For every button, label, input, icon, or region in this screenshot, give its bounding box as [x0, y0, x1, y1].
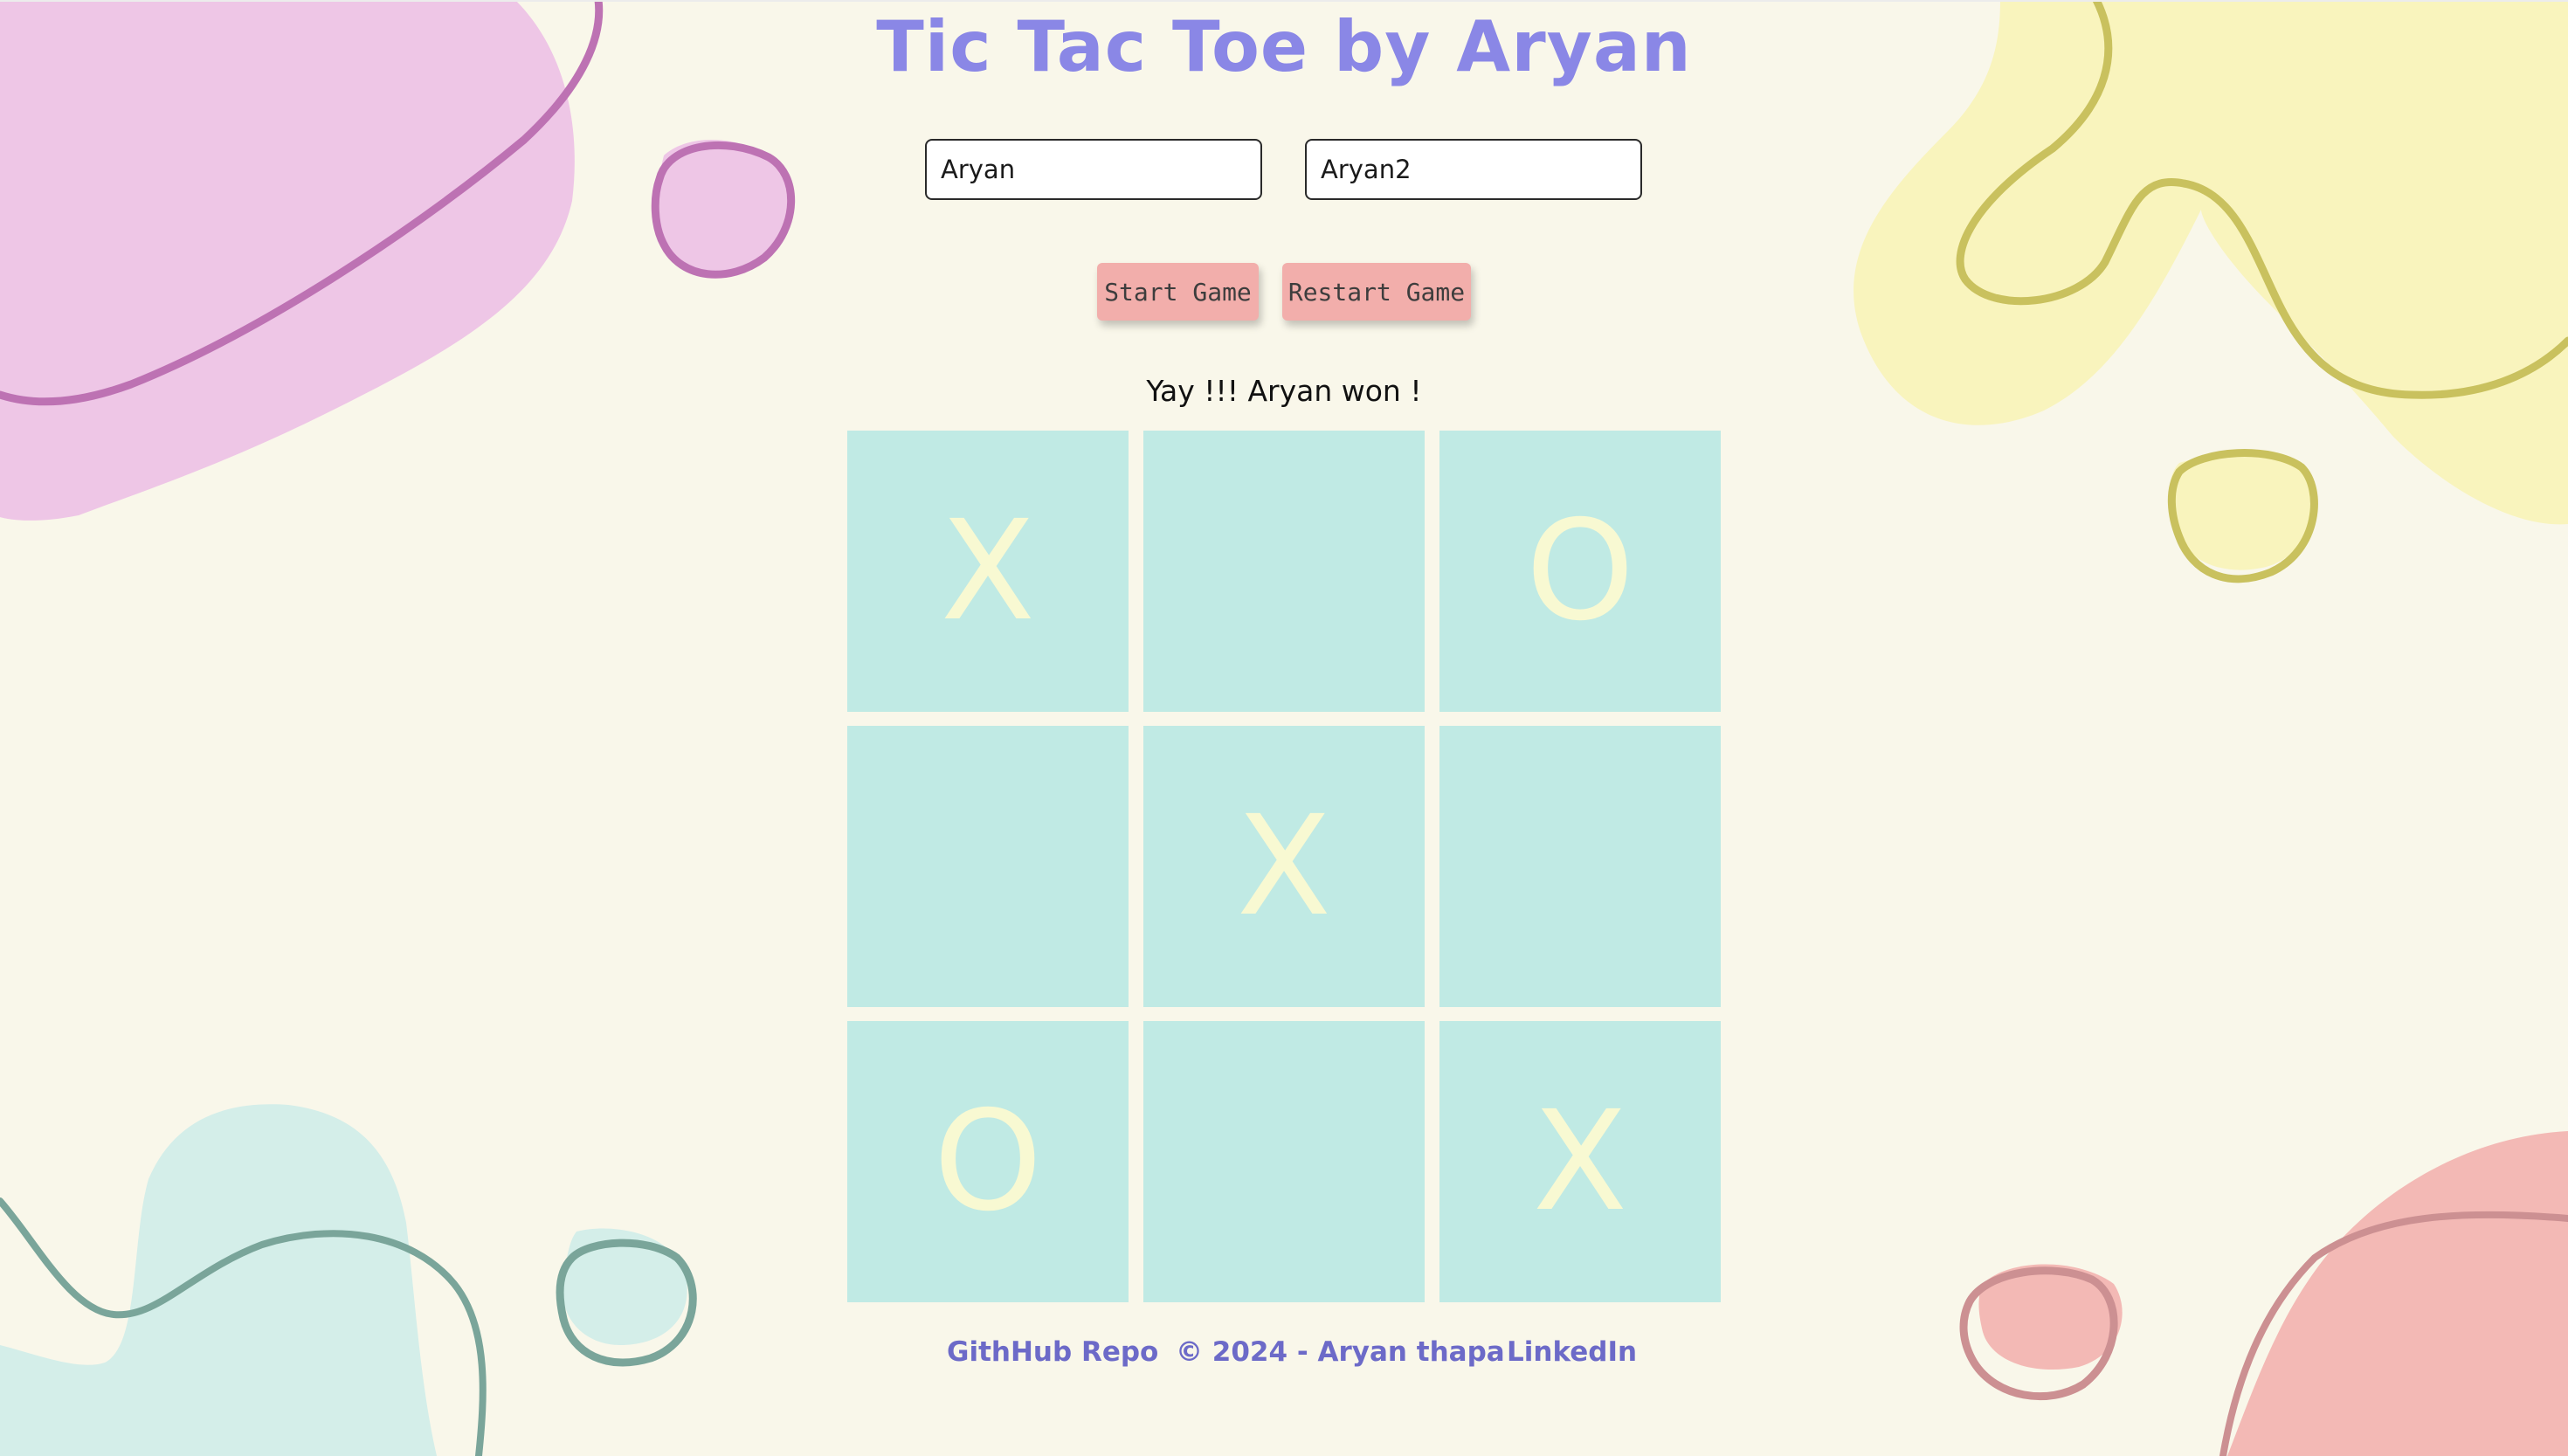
footer: GithHub Repo © 2024 - Aryan thapa Linked… — [0, 1333, 2568, 1377]
copyright-text: © 2024 - Aryan thapa — [1176, 1336, 1505, 1368]
github-repo-link[interactable]: GithHub Repo — [947, 1333, 1158, 1371]
start-game-button[interactable]: Start Game — [1097, 263, 1259, 321]
board-cell-1[interactable]: X — [847, 431, 1129, 712]
linkedin-link[interactable]: LinkedIn — [1507, 1333, 1637, 1371]
board-cell-6[interactable] — [1439, 726, 1721, 1007]
player2-name-input[interactable] — [1305, 139, 1642, 200]
board-cell-8[interactable] — [1143, 1021, 1425, 1302]
player1-name-input[interactable] — [925, 139, 1262, 200]
game-status-message: Yay !!! Aryan won ! — [1146, 374, 1422, 408]
restart-game-button[interactable]: Restart Game — [1282, 263, 1471, 321]
app-container: Tic Tac Toe by Aryan Start Game Restart … — [0, 0, 2568, 1456]
board-cell-5[interactable]: X — [1143, 726, 1425, 1007]
board-cell-3[interactable]: O — [1439, 431, 1721, 712]
board-cell-7[interactable]: O — [847, 1021, 1129, 1302]
game-board: X O X O X — [847, 431, 1721, 1303]
board-cell-9[interactable]: X — [1439, 1021, 1721, 1302]
board-cell-2[interactable] — [1143, 431, 1425, 712]
page-title: Tic Tac Toe by Aryan — [876, 6, 1692, 87]
board-cell-4[interactable] — [847, 726, 1129, 1007]
